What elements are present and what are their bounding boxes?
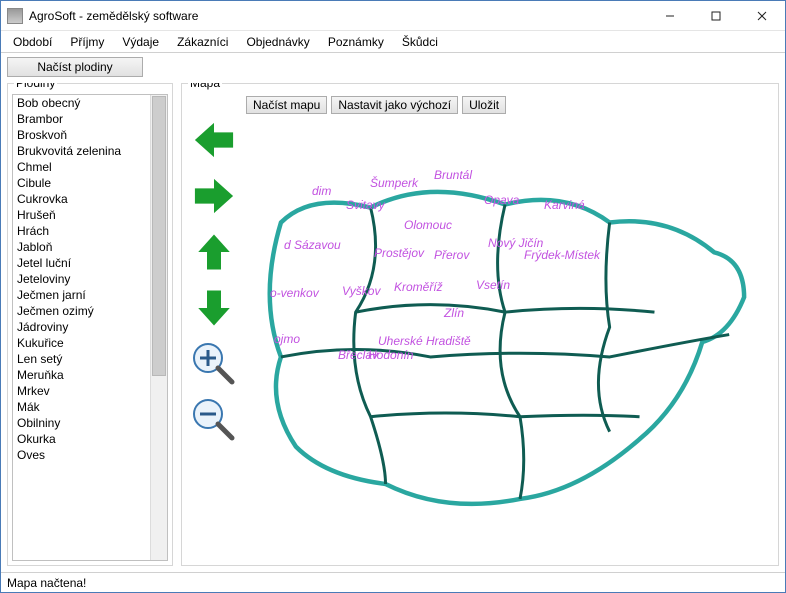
region-label: Vsetín: [476, 278, 510, 292]
list-item[interactable]: Meruňka: [13, 367, 150, 383]
menu-zakaznici[interactable]: Zákazníci: [169, 33, 236, 51]
list-item[interactable]: Hrušeň: [13, 207, 150, 223]
list-item[interactable]: Ječmen ozimý: [13, 303, 150, 319]
list-item[interactable]: Obilniny: [13, 415, 150, 431]
region-label: Vyškov: [342, 284, 380, 298]
pan-right-button[interactable]: [190, 174, 238, 218]
menu-obdobi[interactable]: Období: [5, 33, 60, 51]
menu-poznamky[interactable]: Poznámky: [320, 33, 392, 51]
maximize-button[interactable]: [693, 1, 739, 30]
save-button[interactable]: Uložit: [462, 96, 506, 114]
region-label: Frýdek-Místek: [524, 248, 600, 262]
list-item[interactable]: Mrkev: [13, 383, 150, 399]
list-item[interactable]: Jeteloviny: [13, 271, 150, 287]
crops-scroll-thumb[interactable]: [152, 96, 166, 376]
region-label: Kroměříž: [394, 280, 443, 294]
crops-group: Plodiny Bob obecnýBramborBroskvoňBrukvov…: [7, 83, 173, 566]
map-toolbar: Načíst mapu Nastavit jako výchozí Uložit: [186, 94, 774, 118]
list-item[interactable]: Kukuřice: [13, 335, 150, 351]
titlebar: AgroSoft - zemědělský software: [1, 1, 785, 31]
list-item[interactable]: Jabloň: [13, 239, 150, 255]
list-item[interactable]: Chmel: [13, 159, 150, 175]
region-label: Přerov: [434, 248, 469, 262]
list-item[interactable]: Cibule: [13, 175, 150, 191]
menubar: Období Příjmy Výdaje Zákazníci Objednávk…: [1, 31, 785, 53]
map-canvas[interactable]: dim Šumperk Bruntál Svitavy Opava Karviná Olom…: [266, 138, 774, 561]
list-item[interactable]: Len setý: [13, 351, 150, 367]
list-item[interactable]: Brambor: [13, 111, 150, 127]
list-item[interactable]: Bob obecný: [13, 95, 150, 111]
crops-listbox[interactable]: Bob obecnýBramborBroskvoňBrukvovitá zele…: [12, 94, 168, 561]
crops-group-title: Plodiny: [14, 83, 57, 90]
pan-left-button[interactable]: [190, 118, 238, 162]
list-item[interactable]: Broskvoň: [13, 127, 150, 143]
region-label: Svitavy: [346, 198, 385, 212]
zoom-in-button[interactable]: [190, 342, 238, 386]
load-map-button[interactable]: Načíst mapu: [246, 96, 327, 114]
region-label: Bruntál: [434, 168, 472, 182]
window-controls: [647, 1, 785, 30]
status-text: Mapa načtena!: [7, 576, 86, 590]
pan-up-button[interactable]: [190, 230, 238, 274]
region-label: Šumperk: [370, 176, 418, 190]
list-item[interactable]: Hrách: [13, 223, 150, 239]
set-default-button[interactable]: Nastavit jako výchozí: [331, 96, 458, 114]
list-item[interactable]: Oves: [13, 447, 150, 463]
region-label: dim: [312, 184, 331, 198]
map-group-title: Mapa: [188, 83, 222, 90]
menu-objednavky[interactable]: Objednávky: [238, 33, 317, 51]
close-button[interactable]: [739, 1, 785, 30]
region-label: d Sázavou: [284, 238, 341, 252]
map-body: dim Šumperk Bruntál Svitavy Opava Karviná Olom…: [186, 118, 774, 561]
arrow-down-icon: [191, 287, 237, 329]
region-label: Karviná: [544, 198, 585, 212]
arrow-right-icon: [191, 175, 237, 217]
list-item[interactable]: Mák: [13, 399, 150, 415]
app-window: AgroSoft - zemědělský software Období Př…: [0, 0, 786, 593]
region-label: Olomouc: [404, 218, 452, 232]
list-item[interactable]: Brukvovitá zelenina: [13, 143, 150, 159]
arrow-left-icon: [191, 119, 237, 161]
region-label: ojmo: [274, 332, 300, 346]
region-label: Uherské Hradiště: [378, 334, 471, 348]
zoom-out-button[interactable]: [190, 398, 238, 442]
list-item[interactable]: Cukrovka: [13, 191, 150, 207]
arrow-up-icon: [191, 231, 237, 273]
map-nav-controls: [190, 118, 238, 442]
list-item[interactable]: Jetel luční: [13, 255, 150, 271]
menu-skudci[interactable]: Škůdci: [394, 33, 446, 51]
region-label: Zlín: [444, 306, 464, 320]
app-icon: [7, 8, 23, 24]
minimize-button[interactable]: [647, 1, 693, 30]
statusbar: Mapa načtena!: [1, 572, 785, 592]
top-toolbar: Načíst plodiny: [1, 53, 785, 83]
menu-prijmy[interactable]: Příjmy: [62, 33, 112, 51]
close-icon: [757, 11, 767, 21]
pan-down-button[interactable]: [190, 286, 238, 330]
load-crops-button[interactable]: Načíst plodiny: [7, 57, 143, 77]
region-label: Prostějov: [374, 246, 424, 260]
region-label: Hodonín: [368, 348, 413, 362]
window-title: AgroSoft - zemědělský software: [29, 9, 647, 23]
minimize-icon: [665, 11, 675, 21]
list-item[interactable]: Ječmen jarní: [13, 287, 150, 303]
region-label: Opava: [484, 193, 519, 207]
list-item[interactable]: Jádroviny: [13, 319, 150, 335]
map-group: Mapa Načíst mapu Nastavit jako výchozí U…: [181, 83, 779, 566]
menu-vydaje[interactable]: Výdaje: [114, 33, 167, 51]
maximize-icon: [711, 11, 721, 21]
region-label: o-venkov: [270, 286, 319, 300]
zoom-in-icon: [190, 340, 238, 388]
list-item[interactable]: Okurka: [13, 431, 150, 447]
main-area: Plodiny Bob obecnýBramborBroskvoňBrukvov…: [1, 83, 785, 572]
zoom-out-icon: [190, 396, 238, 444]
crops-list-inner: Bob obecnýBramborBroskvoňBrukvovitá zele…: [13, 95, 150, 560]
crops-scrollbar[interactable]: [150, 95, 167, 560]
